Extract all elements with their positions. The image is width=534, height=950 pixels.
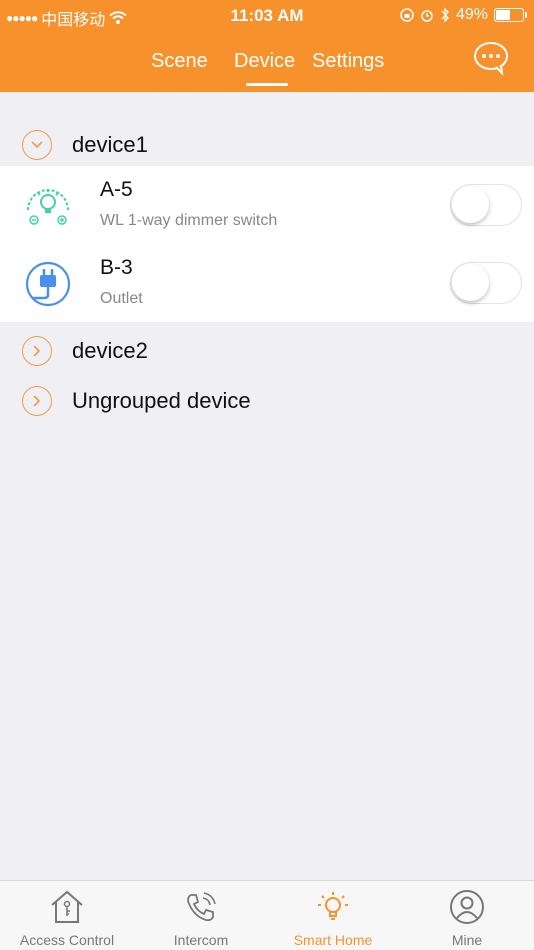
toggle-knob: [452, 186, 489, 223]
nav-mine[interactable]: Mine: [400, 881, 534, 950]
device-power-toggle[interactable]: [450, 184, 522, 226]
device-name: A-5: [100, 178, 133, 201]
nav-intercom[interactable]: Intercom: [134, 881, 268, 950]
group-ungrouped[interactable]: Ungrouped device: [0, 376, 534, 426]
nav-label: Intercom: [173, 932, 229, 948]
nav-label: Mine: [451, 932, 483, 948]
alarm-icon: [421, 10, 433, 22]
device-name: B-3: [100, 256, 133, 279]
group-label: device2: [72, 338, 148, 363]
tab-device[interactable]: Device: [234, 50, 295, 73]
device-list: A-5 WL 1-way dimmer switch B-3 Outlet: [0, 166, 534, 322]
top-tabs: Scene Device Settings: [0, 46, 534, 86]
toggle-knob: [452, 264, 489, 301]
device-row[interactable]: A-5 WL 1-way dimmer switch: [0, 166, 534, 244]
person-icon: [450, 890, 484, 924]
device-row[interactable]: B-3 Outlet: [0, 244, 534, 322]
device-power-toggle[interactable]: [450, 262, 522, 304]
bottom-nav: Access Control Intercom Smart Home Mine: [0, 880, 534, 950]
group-device2[interactable]: device2: [0, 326, 534, 376]
nav-label: Smart Home: [293, 932, 373, 948]
rotation-lock-icon: [400, 8, 414, 22]
chevron-right-icon[interactable]: [22, 336, 52, 366]
device-type: WL 1-way dimmer switch: [100, 212, 278, 229]
nav-label: Access Control: [19, 932, 115, 948]
chevron-right-icon[interactable]: [22, 386, 52, 416]
tab-scene[interactable]: Scene: [151, 50, 208, 73]
battery-icon: [494, 8, 527, 22]
dimmer-bulb-icon: [27, 189, 69, 225]
battery-percent: 49%: [455, 6, 488, 23]
app-header: ●●●●● 中国移动 11:03 AM 49% Scene Device Set…: [0, 0, 534, 92]
nav-access-control[interactable]: Access Control: [0, 881, 134, 950]
device-type: Outlet: [100, 290, 143, 307]
phone-icon: [187, 892, 216, 922]
group-label: Ungrouped device: [72, 388, 251, 413]
chat-bubble-icon[interactable]: [472, 40, 510, 76]
status-right: 49%: [400, 6, 527, 24]
status-bar: ●●●●● 中国移动 11:03 AM 49%: [0, 0, 534, 32]
group-label: device1: [72, 132, 148, 157]
battery-level: [496, 10, 510, 20]
bulb-icon: [318, 892, 348, 920]
nav-smart-home[interactable]: Smart Home: [266, 881, 400, 950]
tab-active-indicator: [246, 83, 288, 86]
house-key-icon: [51, 890, 83, 923]
bluetooth-icon: [441, 7, 449, 23]
chevron-down-icon[interactable]: [22, 130, 52, 160]
tab-settings[interactable]: Settings: [312, 50, 384, 73]
group-device1[interactable]: device1: [0, 120, 534, 170]
plug-icon: [25, 261, 71, 307]
